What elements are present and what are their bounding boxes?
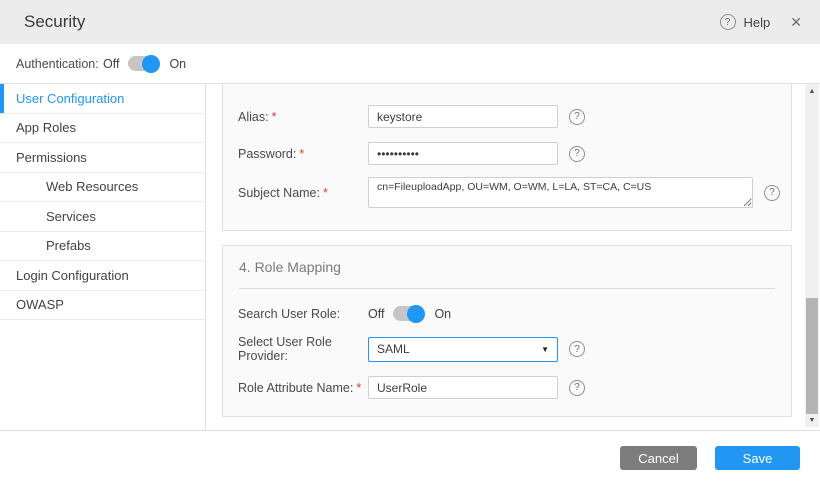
authentication-toggle[interactable] <box>128 56 158 71</box>
main-area: User Configuration App Roles Permissions… <box>0 84 820 430</box>
search-user-role-row: Search User Role: Off On <box>223 306 791 321</box>
search-role-on-label: On <box>434 307 451 321</box>
save-button[interactable]: Save <box>715 446 800 470</box>
keystore-panel: Alias:* ? Password:* ? Sub <box>222 84 792 231</box>
required-mark: * <box>323 186 328 200</box>
sidebar-item-app-roles[interactable]: App Roles <box>0 114 205 144</box>
required-mark: * <box>272 110 277 124</box>
search-role-off-label: Off <box>368 307 384 321</box>
role-attribute-label: Role Attribute Name:* <box>238 381 368 395</box>
sidebar-item-user-configuration[interactable]: User Configuration <box>0 84 205 114</box>
scroll-down-icon[interactable]: ▼ <box>805 414 819 426</box>
role-provider-label: Select User Role Provider: <box>238 335 368 363</box>
role-provider-row: Select User Role Provider: SAML ▼ ? <box>223 335 791 363</box>
vertical-scrollbar[interactable]: ▲ ▼ <box>805 84 819 427</box>
content-area: Alias:* ? Password:* ? Sub <box>206 84 820 430</box>
help-icon[interactable]: ? <box>720 14 736 30</box>
alias-help-icon[interactable]: ? <box>569 109 585 125</box>
scrollbar-thumb[interactable] <box>806 298 818 414</box>
footer-bar: Cancel Save <box>0 430 820 485</box>
sidebar-item-prefabs[interactable]: Prefabs <box>0 232 205 262</box>
toggle-knob <box>407 305 425 323</box>
scroll-viewport: Alias:* ? Password:* ? Sub <box>206 84 804 430</box>
section-divider <box>239 288 775 289</box>
selected-provider-value: SAML <box>377 342 410 356</box>
title-bar: Security ? Help ✕ <box>0 0 820 44</box>
role-attribute-help-icon[interactable]: ? <box>569 380 585 396</box>
sidebar-item-services[interactable]: Services <box>0 202 205 232</box>
required-mark: * <box>356 381 361 395</box>
password-input[interactable] <box>368 142 558 165</box>
user-role-provider-select[interactable]: SAML ▼ <box>368 337 558 362</box>
sidebar-item-login-configuration[interactable]: Login Configuration <box>0 261 205 291</box>
subject-name-help-icon[interactable]: ? <box>764 185 780 201</box>
subject-name-textarea[interactable]: cn=FileuploadApp, OU=WM, O=WM, L=LA, ST=… <box>368 177 753 208</box>
chevron-down-icon: ▼ <box>541 345 549 354</box>
role-mapping-panel: 4. Role Mapping Search User Role: Off On… <box>222 245 792 417</box>
password-label: Password:* <box>238 147 368 161</box>
sidebar-item-web-resources[interactable]: Web Resources <box>0 173 205 203</box>
security-dialog: Security ? Help ✕ Authentication: Off On… <box>0 0 820 485</box>
search-user-role-label: Search User Role: <box>238 307 368 321</box>
toggle-knob <box>142 55 160 73</box>
alias-row: Alias:* ? <box>223 105 791 128</box>
sidebar: User Configuration App Roles Permissions… <box>0 84 206 430</box>
page-title: Security <box>24 12 85 32</box>
titlebar-actions: ? Help ✕ <box>720 14 802 31</box>
subject-name-row: Subject Name:* cn=FileuploadApp, OU=WM, … <box>223 177 791 208</box>
alias-input[interactable] <box>368 105 558 128</box>
help-link[interactable]: Help <box>744 15 771 30</box>
authentication-on-label: On <box>169 57 186 71</box>
subject-name-label: Subject Name:* <box>238 186 368 200</box>
required-mark: * <box>299 147 304 161</box>
authentication-off-label: Off <box>103 57 119 71</box>
role-mapping-title: 4. Role Mapping <box>223 259 791 275</box>
authentication-label: Authentication: <box>16 57 103 71</box>
close-icon[interactable]: ✕ <box>790 14 802 31</box>
authentication-row: Authentication: Off On <box>0 44 820 84</box>
password-row: Password:* ? <box>223 142 791 165</box>
cancel-button[interactable]: Cancel <box>620 446 697 470</box>
search-user-role-toggle[interactable] <box>393 306 423 321</box>
alias-label: Alias:* <box>238 110 368 124</box>
role-provider-help-icon[interactable]: ? <box>569 341 585 357</box>
sidebar-item-permissions[interactable]: Permissions <box>0 143 205 173</box>
role-attribute-input[interactable] <box>368 376 558 399</box>
role-attribute-row: Role Attribute Name:* ? <box>223 376 791 399</box>
scroll-up-icon[interactable]: ▲ <box>805 85 819 97</box>
password-help-icon[interactable]: ? <box>569 146 585 162</box>
sidebar-item-owasp[interactable]: OWASP <box>0 291 205 321</box>
